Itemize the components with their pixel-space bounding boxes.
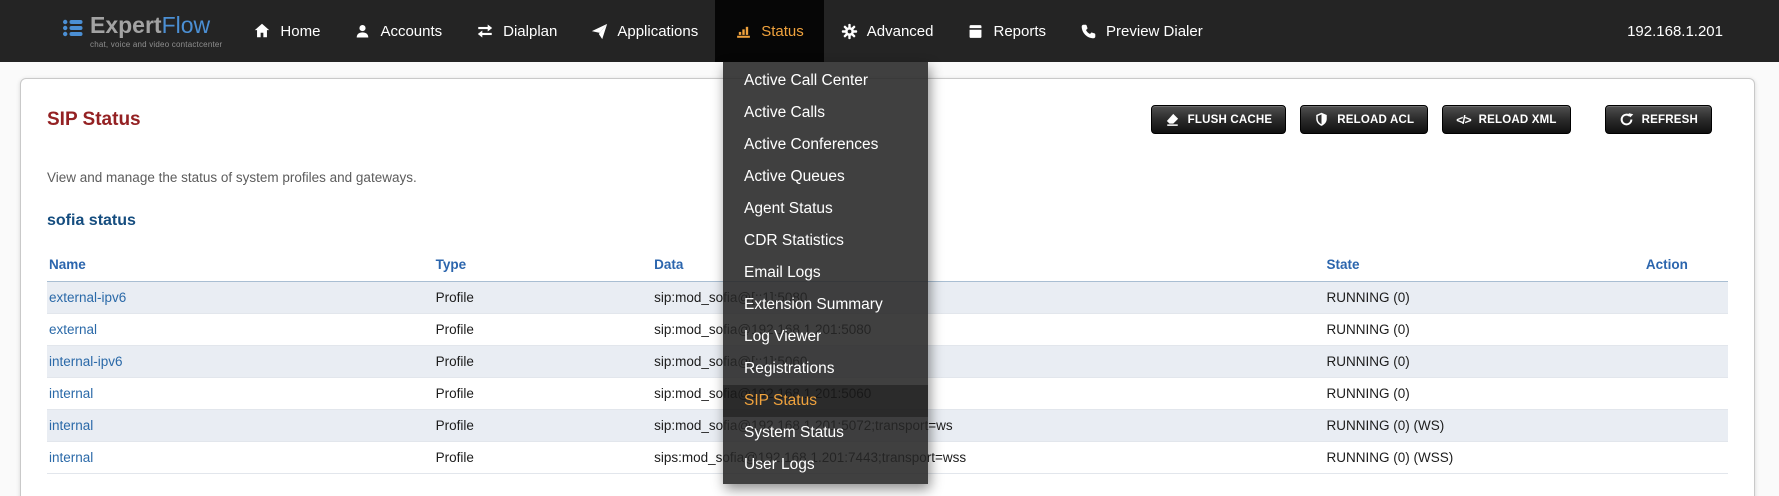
swap-arrows-icon — [476, 22, 494, 40]
menu-item-email-logs[interactable]: Email Logs — [723, 257, 928, 289]
nav-item-label: Preview Dialer — [1106, 23, 1203, 40]
nav-item-label: Home — [280, 23, 320, 40]
column-header-state[interactable]: State — [1325, 251, 1644, 282]
menu-item-system-status[interactable]: System Status — [723, 417, 928, 449]
menu-item-extension-summary[interactable]: Extension Summary — [723, 289, 928, 321]
server-address: 192.168.1.201 — [1627, 23, 1723, 40]
cell-state: RUNNING (0) (WSS) — [1325, 442, 1644, 474]
code-icon: </> — [1456, 113, 1470, 127]
profile-link[interactable]: external — [49, 322, 97, 337]
gear-icon — [841, 23, 858, 40]
home-icon — [253, 22, 271, 40]
menu-item-sip-status[interactable]: SIP Status — [723, 385, 928, 417]
book-icon — [967, 23, 984, 40]
nav-item-preview-dialer[interactable]: Preview Dialer — [1063, 0, 1220, 62]
cell-state: RUNNING (0) (WS) — [1325, 410, 1644, 442]
cell-action — [1644, 346, 1728, 378]
brand-tagline: chat, voice and video contactcenter — [90, 40, 222, 49]
column-header-name[interactable]: Name — [47, 251, 434, 282]
nav-item-label: Reports — [993, 23, 1046, 40]
top-navbar: ExpertFlow chat, voice and video contact… — [0, 0, 1779, 62]
nav-item-dialplan[interactable]: Dialplan — [459, 0, 574, 62]
brand-secondary: Flow — [162, 12, 211, 38]
cell-type: Profile — [434, 314, 653, 346]
cell-type: Profile — [434, 442, 653, 474]
button-label: FLUSH CACHE — [1188, 114, 1273, 126]
nav-item-label: Accounts — [380, 23, 442, 40]
column-header-type[interactable]: Type — [434, 251, 653, 282]
brand-name: ExpertFlow — [90, 13, 222, 37]
cell-action — [1644, 410, 1728, 442]
cell-action — [1644, 442, 1728, 474]
main-navigation: Home Accounts Dialplan Applications Stat… — [236, 0, 1219, 62]
nav-item-status[interactable]: Status — [715, 0, 824, 62]
cell-type: Profile — [434, 346, 653, 378]
user-icon — [354, 23, 371, 40]
cell-type: Profile — [434, 282, 653, 314]
nav-item-label: Dialplan — [503, 23, 557, 40]
cell-action — [1644, 314, 1728, 346]
phone-icon — [1080, 23, 1097, 40]
menu-item-active-calls[interactable]: Active Calls — [723, 97, 928, 129]
shield-icon — [1314, 112, 1329, 127]
status-dropdown-menu: Active Call Center Active Calls Active C… — [723, 62, 928, 484]
nav-item-home[interactable]: Home — [236, 0, 337, 62]
profile-link[interactable]: internal-ipv6 — [49, 354, 123, 369]
reload-acl-button[interactable]: RELOAD ACL — [1300, 105, 1428, 134]
toolbar: FLUSH CACHE RELOAD ACL </> RELOAD XML RE… — [1151, 105, 1712, 134]
nav-item-label: Advanced — [867, 23, 934, 40]
button-label: RELOAD ACL — [1337, 114, 1414, 126]
page-title: SIP Status — [47, 109, 141, 131]
menu-item-user-logs[interactable]: User Logs — [723, 449, 928, 481]
nav-item-label: Status — [761, 23, 804, 40]
cell-action — [1644, 378, 1728, 410]
reload-xml-button[interactable]: </> RELOAD XML — [1442, 105, 1570, 134]
menu-item-active-conferences[interactable]: Active Conferences — [723, 129, 928, 161]
cell-state: RUNNING (0) — [1325, 282, 1644, 314]
menu-item-log-viewer[interactable]: Log Viewer — [723, 321, 928, 353]
brand-icon — [62, 16, 84, 45]
cell-type: Profile — [434, 378, 653, 410]
menu-item-agent-status[interactable]: Agent Status — [723, 193, 928, 225]
refresh-icon — [1619, 112, 1634, 127]
profile-link[interactable]: internal — [49, 386, 93, 401]
flush-cache-button[interactable]: FLUSH CACHE — [1151, 105, 1287, 134]
nav-item-reports[interactable]: Reports — [950, 0, 1063, 62]
nav-item-applications[interactable]: Applications — [574, 0, 715, 62]
brand-primary: Expert — [90, 12, 162, 38]
menu-item-cdr-statistics[interactable]: CDR Statistics — [723, 225, 928, 257]
eraser-icon — [1165, 112, 1180, 127]
cell-state: RUNNING (0) — [1325, 314, 1644, 346]
menu-item-active-call-center[interactable]: Active Call Center — [723, 65, 928, 97]
button-label: RELOAD XML — [1479, 114, 1557, 126]
profile-link[interactable]: internal — [49, 450, 93, 465]
cell-action — [1644, 282, 1728, 314]
nav-item-label: Applications — [617, 23, 698, 40]
cell-state: RUNNING (0) — [1325, 378, 1644, 410]
refresh-button[interactable]: REFRESH — [1605, 105, 1712, 134]
cell-state: RUNNING (0) — [1325, 346, 1644, 378]
nav-item-accounts[interactable]: Accounts — [337, 0, 459, 62]
profile-link[interactable]: external-ipv6 — [49, 290, 126, 305]
button-label: REFRESH — [1642, 114, 1698, 126]
menu-item-active-queues[interactable]: Active Queues — [723, 161, 928, 193]
brand-logo[interactable]: ExpertFlow chat, voice and video contact… — [62, 13, 222, 48]
cell-type: Profile — [434, 410, 653, 442]
column-header-action[interactable]: Action — [1644, 251, 1728, 282]
profile-link[interactable]: internal — [49, 418, 93, 433]
menu-item-registrations[interactable]: Registrations — [723, 353, 928, 385]
paper-plane-icon — [591, 23, 608, 40]
bar-chart-icon — [735, 23, 752, 40]
nav-item-advanced[interactable]: Advanced — [824, 0, 951, 62]
